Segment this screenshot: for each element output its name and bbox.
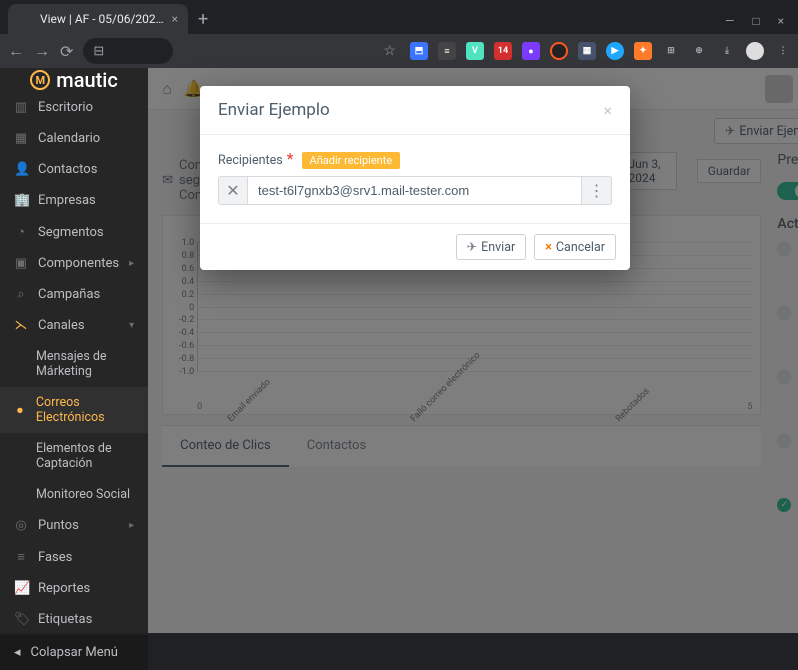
extension-icon[interactable] (550, 42, 568, 60)
chevron-right-icon: ▸ (129, 520, 134, 531)
add-recipient-button[interactable]: Añadir recipiente (302, 152, 401, 169)
maximize-icon[interactable]: □ (752, 14, 759, 28)
cancel-button[interactable]: ×Cancelar (534, 234, 616, 260)
sidebar-item-captacion[interactable]: Elementos de Captación (0, 433, 148, 479)
send-example-modal: Enviar Ejemplo × Recipientes * Añadir re… (200, 86, 630, 270)
building-icon: 🏢 (14, 193, 28, 208)
forward-icon[interactable]: → (34, 41, 50, 61)
tab-favicon (18, 11, 34, 27)
browser-toolbar: ← → ⟳ ⊟ ☆ ⬒ ≡ V 14 ● ▦ ▶ ✦ ⊞ ⊕ ⤓ ⋮ (0, 34, 798, 68)
minimize-icon[interactable]: — (725, 14, 734, 28)
browser-titlebar: View | AF - 05/06/2024 – PROM… × + — □ × (0, 0, 798, 34)
sidebar-item-monitoreo[interactable]: Monitoreo Social (0, 479, 148, 510)
brand-logo[interactable]: M mautic (0, 68, 148, 92)
stages-icon: ≡ (14, 549, 28, 565)
sidebar-item-empresas[interactable]: 🏢Empresas (0, 185, 148, 216)
downloads-icon[interactable]: ⤓ (718, 42, 736, 60)
window-controls: — □ × (725, 14, 790, 34)
browser-menu-icon[interactable]: ⋮ (774, 42, 792, 60)
sidebar-item-fases[interactable]: ≡Fases (0, 541, 148, 573)
modal-title: Enviar Ejemplo (218, 100, 330, 120)
close-window-icon[interactable]: × (778, 14, 784, 28)
target-icon: ◎ (14, 518, 28, 533)
sidebar-item-segmentos[interactable]: ◔Segmentos (0, 216, 148, 248)
sidebar-item-contactos[interactable]: 👤Contactos (0, 154, 148, 185)
recipients-label: Recipientes (218, 153, 283, 168)
sidebar: M mautic ▥Escritorio ▦Calendario 👤Contac… (0, 68, 148, 633)
recipient-more-button[interactable]: ⋮ (582, 176, 612, 205)
user-icon: 👤 (14, 162, 28, 177)
extension-icon[interactable]: V (466, 42, 484, 60)
sidebar-item-componentes[interactable]: ▣Componentes▸ (0, 248, 148, 279)
sidebar-item-escritorio[interactable]: ▥Escritorio (0, 92, 148, 123)
new-tab-button[interactable]: + (188, 5, 218, 34)
profile-avatar-icon[interactable] (746, 42, 764, 60)
dashboard-icon: ▥ (14, 100, 28, 115)
calendar-icon: ▦ (14, 131, 28, 146)
extension-icon[interactable]: ▦ (578, 42, 596, 60)
tab-title: View | AF - 05/06/2024 – PROM… (40, 12, 166, 26)
megaphone-icon: ⌕ (14, 287, 28, 302)
extension-icon[interactable]: ● (522, 42, 540, 60)
dot-icon: ● (14, 403, 26, 418)
url-bar[interactable]: ⊟ (83, 38, 173, 64)
send-icon: ✈ (467, 239, 477, 255)
close-icon: × (545, 240, 552, 255)
sidebar-item-mensajes-marketing[interactable]: Mensajes de Márketing (0, 341, 148, 387)
site-info-icon[interactable]: ⊟ (93, 44, 104, 59)
tag-icon: 🏷 (14, 612, 28, 627)
sidebar-item-campanas[interactable]: ⌕Campañas (0, 279, 148, 310)
sidebar-collapse-button[interactable]: ◂Colapsar Menú (0, 635, 148, 670)
extension-icon[interactable]: ⊕ (690, 42, 708, 60)
sidebar-item-puntos[interactable]: ◎Puntos▸ (0, 510, 148, 541)
recipient-input[interactable] (248, 176, 582, 205)
extensions-menu-icon[interactable]: ⊞ (662, 42, 680, 60)
sidebar-item-canales[interactable]: ⋋Canales▾ (0, 310, 148, 341)
required-asterisk: * (287, 149, 294, 168)
sidebar-item-calendario[interactable]: ▦Calendario (0, 123, 148, 154)
chevron-right-icon: ▸ (129, 258, 134, 269)
brand-name: mautic (56, 68, 118, 92)
extension-icon[interactable]: ⬒ (410, 42, 428, 60)
tab-close-icon[interactable]: × (172, 12, 178, 26)
mautic-logo-icon: M (30, 70, 50, 90)
reload-icon[interactable]: ⟳ (60, 42, 73, 61)
sidebar-item-correos[interactable]: ●Correos Electrónicos (0, 387, 148, 433)
chevron-down-icon: ▾ (129, 320, 134, 331)
components-icon: ▣ (14, 256, 28, 271)
extension-icon[interactable]: ≡ (438, 42, 456, 60)
remove-recipient-button[interactable]: ✕ (218, 176, 248, 205)
bookmark-star-icon[interactable]: ☆ (183, 43, 400, 59)
send-button[interactable]: ✈Enviar (456, 234, 527, 260)
pie-icon: ◔ (14, 224, 28, 240)
chart-icon: 📈 (14, 581, 28, 596)
sidebar-item-etiquetas[interactable]: 🏷Etiquetas (0, 604, 148, 635)
extension-icon-badge[interactable]: 14 (494, 42, 512, 60)
sidebar-item-reportes[interactable]: 📈Reportes (0, 573, 148, 604)
modal-close-icon[interactable]: × (603, 101, 612, 120)
chevron-left-icon: ◂ (14, 645, 21, 660)
extension-icon[interactable]: ✦ (634, 42, 652, 60)
browser-tab[interactable]: View | AF - 05/06/2024 – PROM… × (8, 4, 188, 34)
rss-icon: ⋋ (14, 318, 28, 333)
extension-icon[interactable]: ▶ (606, 42, 624, 60)
back-icon[interactable]: ← (8, 41, 24, 61)
